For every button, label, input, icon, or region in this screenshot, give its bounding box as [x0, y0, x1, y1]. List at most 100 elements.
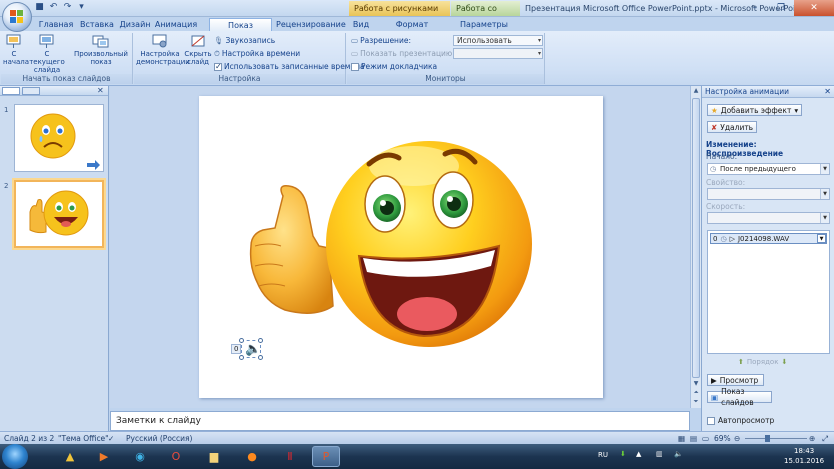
- close-icon[interactable]: ✕: [794, 0, 834, 16]
- resize-handle[interactable]: [239, 338, 244, 343]
- resize-handle[interactable]: [239, 355, 244, 360]
- app-icon[interactable]: ▲: [56, 446, 84, 467]
- tab-slideshow[interactable]: Показ слайдов: [209, 18, 272, 43]
- scrollbar-thumb[interactable]: [692, 98, 700, 378]
- presenter-view-check[interactable]: [351, 62, 359, 71]
- move-up-icon[interactable]: ⬆: [738, 358, 744, 366]
- tab-insert[interactable]: Вставка: [78, 18, 116, 31]
- tab-view[interactable]: Вид: [349, 18, 373, 31]
- show-on-dropdown[interactable]: ▾: [453, 48, 543, 59]
- add-effect-button[interactable]: ★ Добавить эффект ▾: [707, 104, 803, 116]
- tab-format[interactable]: Формат: [388, 18, 436, 31]
- next-slide-icon[interactable]: ⏷: [691, 398, 701, 407]
- office-button[interactable]: [2, 2, 32, 32]
- slide-thumbnail-2[interactable]: [14, 180, 104, 248]
- powerpoint-icon[interactable]: P: [312, 446, 340, 467]
- slide-number: 1: [4, 106, 9, 114]
- presenter-view-checkbox[interactable]: Режим докладчика: [351, 61, 437, 72]
- language-indicator[interactable]: RU: [598, 451, 608, 459]
- notes-pane[interactable]: Заметки к слайду: [110, 411, 690, 431]
- outline-tab[interactable]: [22, 87, 40, 95]
- tab-animation[interactable]: Анимация: [154, 18, 198, 31]
- media-player-icon[interactable]: ▶: [90, 446, 118, 467]
- network-icon[interactable]: ▥: [656, 450, 663, 458]
- zoom-slider[interactable]: [745, 438, 807, 439]
- property-label: Свойство:: [706, 178, 746, 187]
- slides-tab[interactable]: [2, 87, 20, 95]
- thumbs-up-smiley-image: [29, 190, 89, 236]
- zoom-slider-thumb[interactable]: [765, 435, 770, 442]
- customize-qat-icon[interactable]: ▾: [76, 2, 87, 13]
- play-icon: ▷: [729, 234, 735, 243]
- quick-access-toolbar: ■ ↶ ↷ ▾: [34, 2, 87, 13]
- animation-item[interactable]: 0 ◷ ▷ J0214098.WAV ▼: [710, 233, 827, 244]
- tab-design[interactable]: Дизайн: [118, 18, 152, 31]
- monitor-icon: ▭: [351, 49, 359, 58]
- use-timings-checkbox[interactable]: Использовать записанные времена: [214, 61, 365, 72]
- start-button[interactable]: [2, 444, 28, 469]
- close-icon[interactable]: ✕: [97, 86, 107, 95]
- scroll-up-icon[interactable]: ▲: [691, 87, 701, 96]
- play-button[interactable]: ▶ Просмотр: [707, 374, 764, 386]
- from-current-slide-button[interactable]: С текущего слайда: [27, 34, 67, 74]
- resize-handle[interactable]: [258, 355, 263, 360]
- chevron-down-icon: ▼: [820, 213, 829, 223]
- app-icon[interactable]: ◉: [126, 446, 154, 467]
- from-beginning-button[interactable]: С начала: [3, 34, 29, 66]
- tray-icon[interactable]: ▲: [636, 450, 641, 458]
- window-controls: – ❐ ✕: [742, 0, 834, 16]
- resize-handle[interactable]: [258, 338, 263, 343]
- scroll-down-icon[interactable]: ▼: [691, 380, 701, 389]
- chevron-down-icon[interactable]: ▼: [817, 234, 826, 243]
- custom-show-icon: [92, 35, 109, 48]
- tab-options[interactable]: Параметры: [456, 18, 512, 31]
- sound-object[interactable]: 0 🔈: [231, 338, 263, 360]
- property-dropdown[interactable]: ▼: [707, 188, 830, 200]
- firefox-icon[interactable]: ●: [238, 446, 266, 467]
- resolution-dropdown[interactable]: Использовать текуще...▾: [453, 35, 543, 55]
- group-start-slideshow: С начала С текущего слайда Произвольный …: [1, 33, 133, 84]
- context-tab-picture-tools: Работа с рисунками: [349, 1, 450, 16]
- opera-icon[interactable]: O: [162, 446, 190, 467]
- custom-show-button[interactable]: Произвольный показ: [71, 34, 131, 66]
- save-icon[interactable]: ■: [34, 2, 45, 13]
- remove-effect-icon: ✘: [711, 122, 718, 132]
- monitor-icon: ▭: [351, 36, 359, 45]
- slideshow-button[interactable]: ▣ Показ слайдов: [707, 387, 772, 407]
- undo-icon[interactable]: ↶: [48, 2, 59, 13]
- context-tab-sound-tools: Работа со звуками: [451, 1, 520, 28]
- remove-button[interactable]: ✘ Удалить: [707, 121, 758, 133]
- minimize-icon[interactable]: –: [742, 0, 768, 16]
- move-down-icon[interactable]: ⬇: [781, 358, 787, 366]
- autopreview-checkbox[interactable]: Автопросмотр: [707, 416, 774, 425]
- maximize-icon[interactable]: ❐: [768, 0, 794, 16]
- sad-smiley-image: [30, 113, 100, 170]
- app-icon[interactable]: Ⅱ: [276, 446, 304, 467]
- record-narration-button[interactable]: 🎙 Звукозапись: [214, 35, 275, 46]
- tab-home[interactable]: Главная: [36, 18, 76, 31]
- windows-taskbar: ▲ ▶ ◉ O ▆ ● Ⅱ P RU ⬇ ▲ ▥ 🔈 18:43 15.01.2…: [0, 444, 834, 469]
- autopreview-check[interactable]: [707, 416, 715, 425]
- slide-thumbnail-1[interactable]: [14, 104, 104, 172]
- system-tray: RU ⬇ ▲ ▥ 🔈 18:43 15.01.2016: [584, 444, 834, 469]
- speed-dropdown[interactable]: ▼: [707, 212, 830, 224]
- setup-slideshow-button[interactable]: Настройка демонстрации: [136, 34, 190, 66]
- vertical-scrollbar[interactable]: ▲ ▼ ⏶ ⏷: [690, 86, 701, 408]
- start-label: Начало:: [706, 152, 738, 161]
- rehearse-timings-button[interactable]: ⏱ Настройка времени: [214, 48, 300, 59]
- tray-icon[interactable]: ⬇: [620, 450, 626, 458]
- play-icon: ▶: [711, 375, 717, 385]
- hide-slide-button[interactable]: Скрыть слайд: [184, 34, 212, 66]
- use-timings-check[interactable]: [214, 61, 222, 72]
- previous-slide-icon[interactable]: ⏶: [691, 389, 701, 398]
- title-bar: ■ ↶ ↷ ▾ Работа с рисунками Работа со зву…: [0, 0, 834, 28]
- explorer-icon[interactable]: ▆: [200, 446, 228, 467]
- chevron-down-icon: ▼: [820, 189, 829, 199]
- status-bar: Слайд 2 из 2 "Тема Office" ✓ Русский (Ро…: [0, 431, 834, 444]
- tab-review[interactable]: Рецензирование: [276, 18, 346, 31]
- redo-icon[interactable]: ↷: [62, 2, 73, 13]
- current-slide[interactable]: 0 🔈: [199, 96, 603, 398]
- close-icon[interactable]: ✕: [824, 86, 831, 98]
- volume-icon[interactable]: 🔈: [674, 450, 683, 458]
- start-dropdown[interactable]: ◷ После предыдущего ▼: [707, 163, 830, 175]
